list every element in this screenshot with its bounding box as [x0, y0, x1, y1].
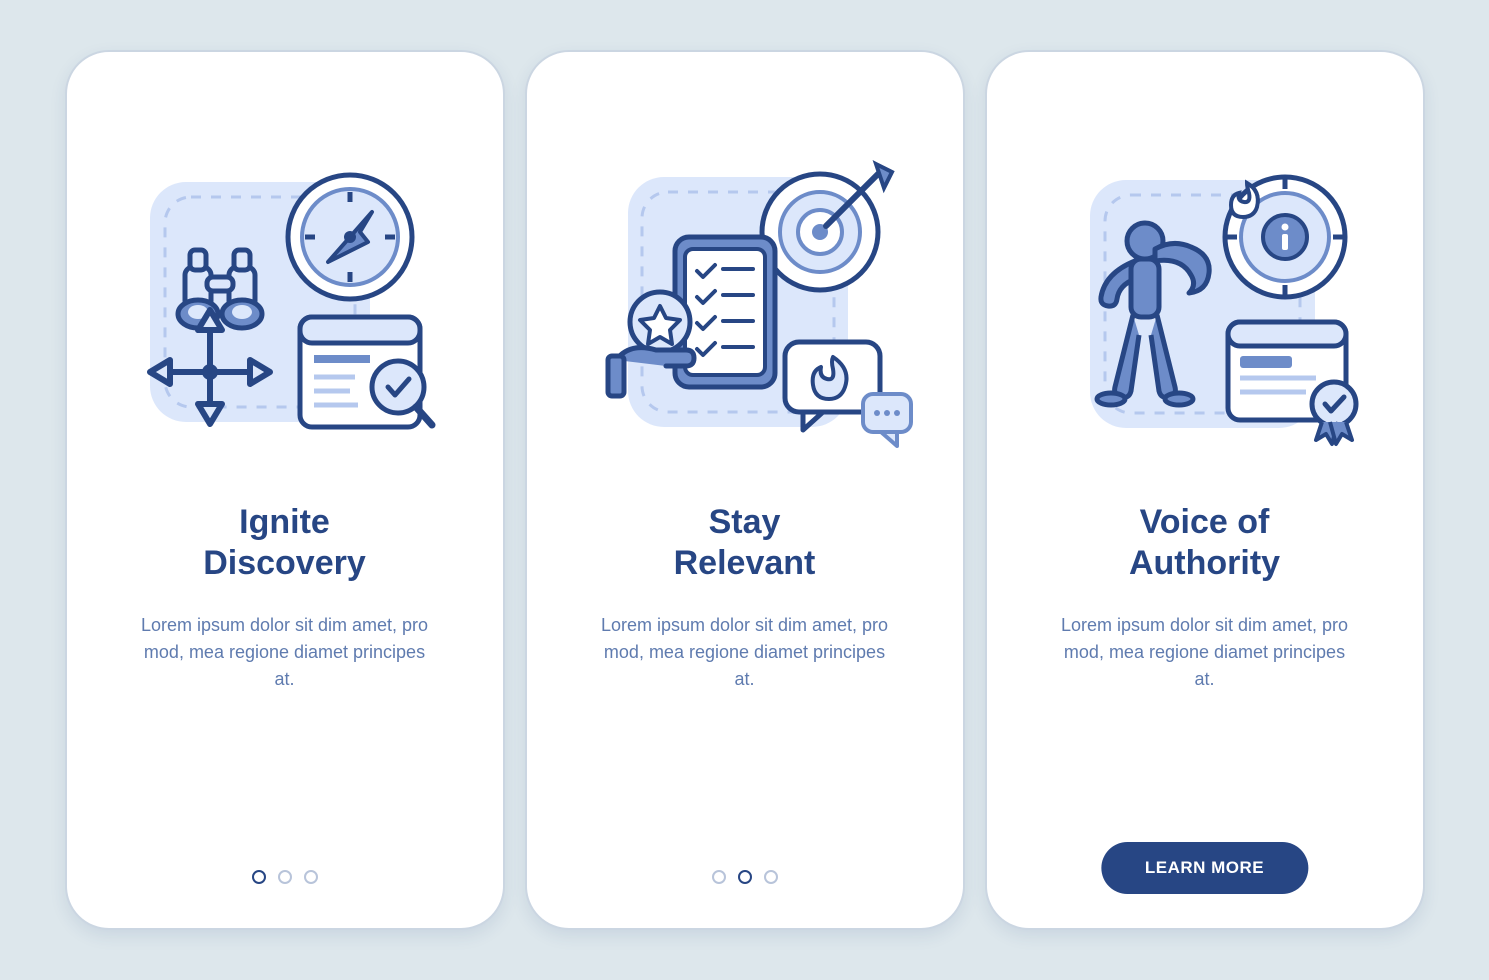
- card-body: Lorem ipsum dolor sit dim amet, pro mod,…: [1055, 612, 1355, 693]
- card-body: Lorem ipsum dolor sit dim amet, pro mod,…: [595, 612, 895, 693]
- onboarding-screens-row: Ignite Discovery Lorem ipsum dolor sit d…: [65, 50, 1425, 930]
- card-title: Ignite Discovery: [203, 502, 366, 584]
- discovery-illustration: [110, 122, 460, 472]
- pager-dot-3[interactable]: [764, 870, 778, 884]
- card-body: Lorem ipsum dolor sit dim amet, pro mod,…: [135, 612, 435, 693]
- pagination-dots: [527, 870, 963, 884]
- relevant-illustration: [570, 122, 920, 472]
- authority-illustration: [1030, 122, 1380, 472]
- pager-dot-1[interactable]: [712, 870, 726, 884]
- pager-dot-3[interactable]: [304, 870, 318, 884]
- learn-more-button[interactable]: LEARN MORE: [1101, 842, 1308, 894]
- card-title: Stay Relevant: [674, 502, 816, 584]
- pager-dot-1[interactable]: [252, 870, 266, 884]
- pager-dot-2[interactable]: [278, 870, 292, 884]
- onboarding-card-3: Voice of Authority Lorem ipsum dolor sit…: [985, 50, 1425, 930]
- pager-dot-2[interactable]: [738, 870, 752, 884]
- onboarding-card-2: Stay Relevant Lorem ipsum dolor sit dim …: [525, 50, 965, 930]
- pagination-dots: [67, 870, 503, 884]
- onboarding-card-1: Ignite Discovery Lorem ipsum dolor sit d…: [65, 50, 505, 930]
- card-title: Voice of Authority: [1129, 502, 1280, 584]
